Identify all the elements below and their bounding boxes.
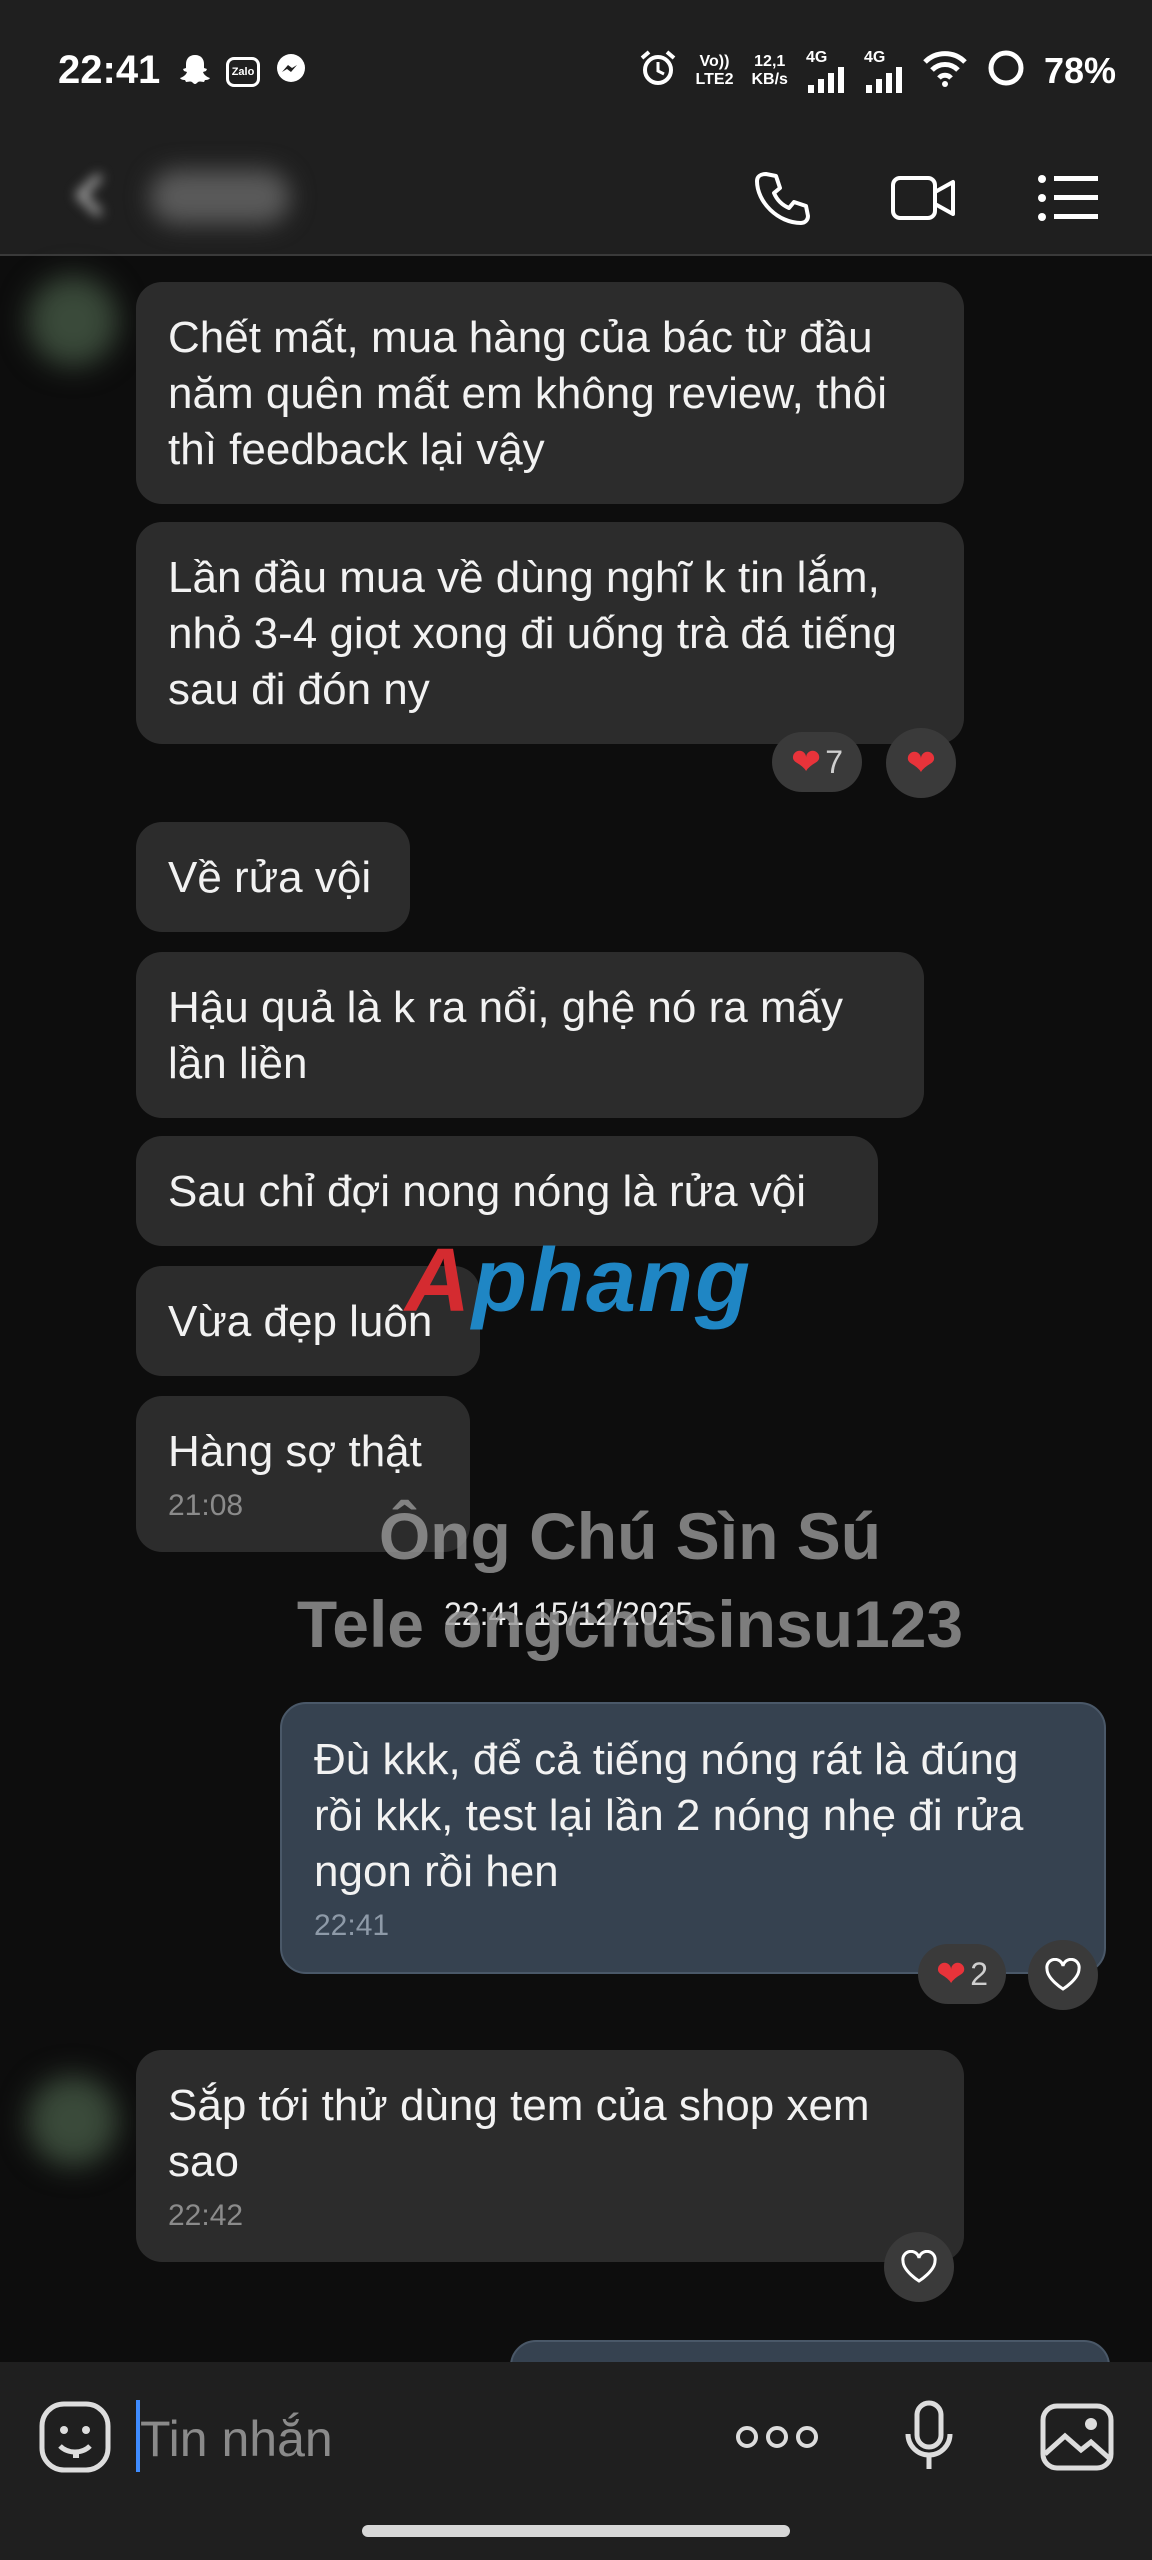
heart-outline-icon	[1045, 1958, 1081, 1991]
message-time: 22:41	[314, 1909, 390, 1942]
more-icon	[736, 2426, 818, 2448]
status-indicators: Vo)) LTE2 12,1 KB/s 4G 4G 78%	[638, 48, 1116, 93]
watermark-line-1: Ông Chú Sìn Sú	[378, 1499, 882, 1573]
home-indicator[interactable]	[362, 2525, 790, 2537]
network-type-2: 4G	[863, 48, 886, 66]
video-call-button[interactable]	[888, 162, 960, 234]
sticker-icon	[39, 2401, 111, 2473]
message-text: Chết mất, mua hàng của bác từ đầu năm qu…	[168, 313, 888, 474]
react-button[interactable]	[884, 2232, 954, 2302]
status-app-icons: Zalo	[178, 52, 308, 91]
sticker-button[interactable]	[30, 2392, 120, 2482]
status-time: 22:41	[58, 48, 161, 92]
volte-label: Vo))	[699, 52, 730, 70]
avatar[interactable]	[28, 276, 118, 366]
reaction-number: 7	[825, 743, 843, 780]
wifi-icon	[922, 49, 968, 92]
message-text: Hậu quả là k ra nổi, ghệ nó ra mấy lần l…	[168, 983, 844, 1088]
phone-icon	[755, 172, 810, 225]
voice-button[interactable]	[884, 2392, 974, 2482]
volte-sub-label: LTE2	[695, 70, 734, 88]
back-button[interactable]	[60, 160, 150, 240]
contact-name-blurred[interactable]	[150, 170, 290, 224]
net-speed-value: 12,1	[754, 52, 786, 70]
message-input[interactable]: Tin nhắn	[140, 2410, 333, 2468]
heart-outline-icon	[901, 2250, 937, 2283]
avatar[interactable]	[28, 2076, 118, 2166]
message-time: 22:42	[168, 2199, 244, 2232]
chat-header	[0, 140, 1152, 256]
status-bar: 22:41 Zalo Vo)) LTE2 12,1 KB/s 4G 4G 78%	[0, 0, 1152, 140]
video-call-icon	[891, 176, 955, 220]
message-text: Hàng sợ thật	[168, 1427, 422, 1476]
menu-button[interactable]	[1032, 162, 1104, 234]
react-button[interactable]: ❤	[886, 728, 956, 798]
microphone-icon	[905, 2400, 953, 2469]
alarm-icon	[638, 48, 678, 93]
battery-percent: 78%	[1043, 49, 1116, 91]
image-icon	[1040, 2403, 1114, 2471]
watermark-line-2: Tele ongchusinsu123	[296, 1587, 964, 1661]
watermark-logo-rest: phang	[472, 1231, 752, 1331]
heart-icon: ❤	[936, 1953, 967, 1994]
message-text: Sắp tới thử dùng tem của shop xem sao	[168, 2081, 870, 2186]
messenger-icon	[274, 52, 308, 91]
signal-bars-icon	[807, 66, 844, 93]
message-text: Lần đầu mua về dùng nghĩ k tin lắm, nhỏ …	[168, 553, 897, 714]
net-speed: 12,1 KB/s	[751, 53, 787, 89]
message-bubble-incoming[interactable]: Lần đầu mua về dùng nghĩ k tin lắm, nhỏ …	[136, 522, 964, 744]
message-bubble-incoming[interactable]: Sắp tới thử dùng tem của shop xem sao 22…	[136, 2050, 964, 2262]
message-bubble-outgoing[interactable]: Đù kkk, để cả tiếng nóng rát là đúng rồi…	[280, 1702, 1106, 1974]
image-button[interactable]	[1032, 2392, 1122, 2482]
menu-list-icon	[1038, 175, 1098, 221]
reaction-count[interactable]: ❤ 2	[918, 1944, 1006, 2004]
back-arrow-icon	[75, 173, 103, 217]
message-bubble-incoming[interactable]: Về rửa vội	[136, 822, 410, 932]
heart-icon: ❤	[791, 741, 822, 782]
react-button[interactable]	[1028, 1940, 1098, 2010]
more-button[interactable]	[732, 2392, 822, 2482]
message-text: Vừa đẹp luôn	[168, 1297, 433, 1346]
watermark-logo: Aphang	[405, 1230, 752, 1333]
watermark-logo-first: A	[405, 1231, 472, 1331]
message-bubble-incoming[interactable]: Hậu quả là k ra nổi, ghệ nó ra mấy lần l…	[136, 952, 924, 1118]
zalo-icon: Zalo	[226, 56, 260, 87]
network-type-1: 4G	[805, 48, 828, 66]
net-speed-unit: KB/s	[751, 70, 788, 88]
signal-bars-icon	[865, 66, 902, 93]
reaction-number: 2	[970, 1955, 988, 1992]
signal-1: 4G	[806, 49, 846, 93]
message-text: Về rửa vội	[168, 853, 372, 902]
message-bubble-incoming[interactable]: Chết mất, mua hàng của bác từ đầu năm qu…	[136, 282, 964, 504]
signal-2: 4G	[864, 49, 904, 93]
call-button[interactable]	[746, 162, 818, 234]
snapchat-icon	[178, 52, 212, 91]
message-text: Đù kkk, để cả tiếng nóng rát là đúng rồi…	[314, 1735, 1024, 1896]
volte-indicator: Vo)) LTE2	[696, 53, 734, 89]
message-text: Sau chỉ đợi nong nóng là rửa vội	[168, 1167, 807, 1216]
reaction-count[interactable]: ❤ 7	[772, 732, 862, 792]
heart-icon: ❤	[905, 742, 937, 783]
battery-ring-icon	[986, 48, 1026, 93]
